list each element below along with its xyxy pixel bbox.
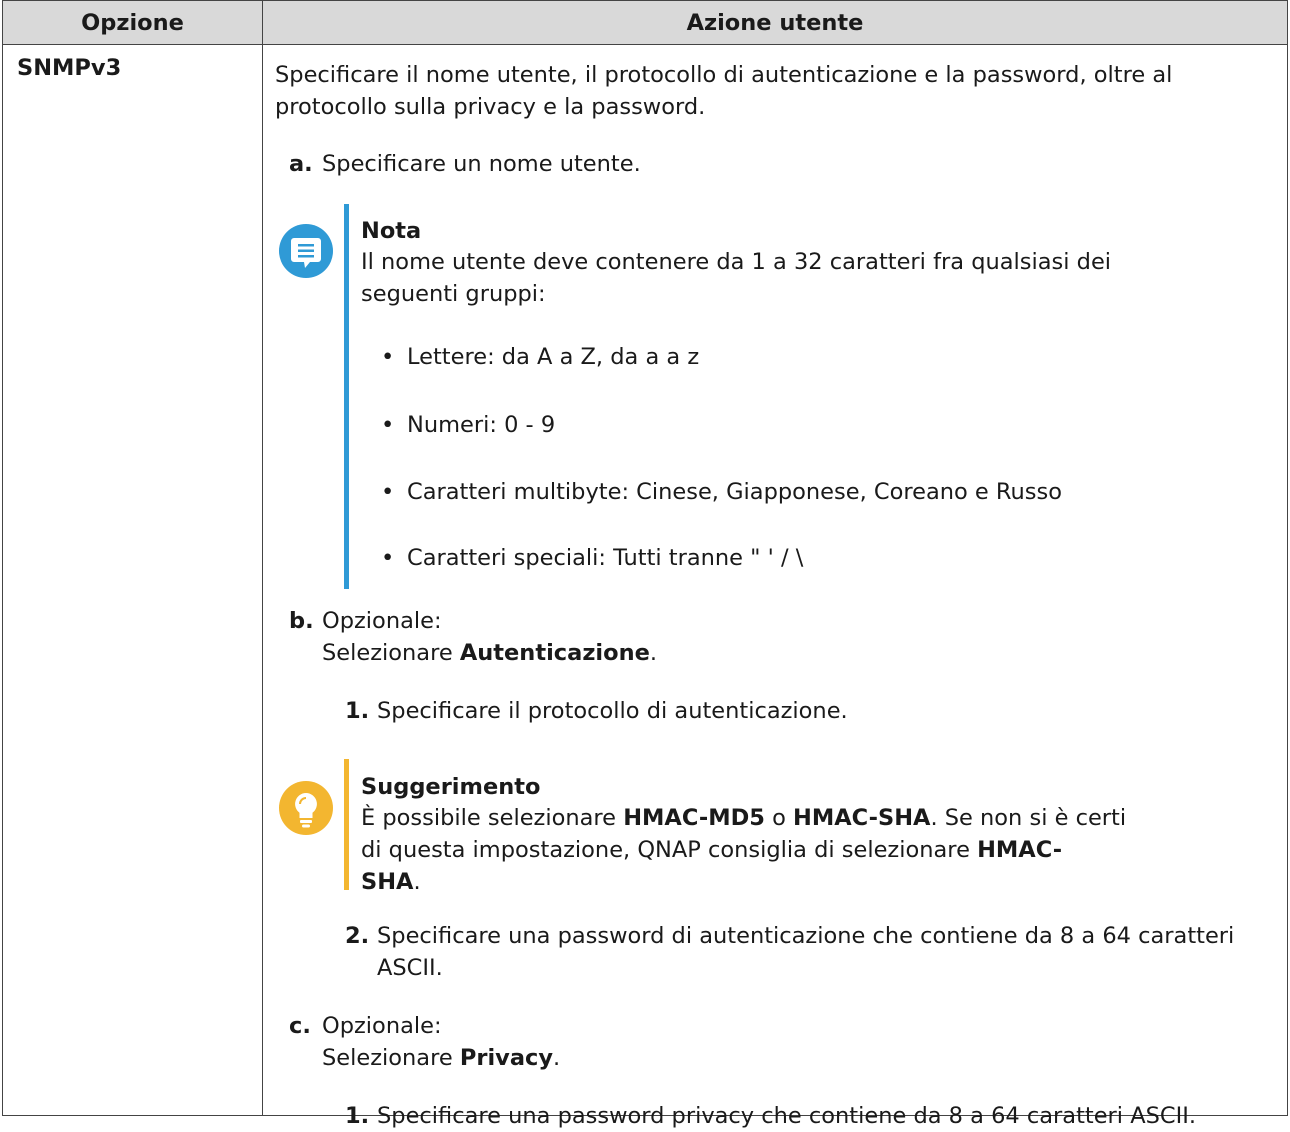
tip-hmac-sha-part1: HMAC- [977, 837, 1063, 863]
step-b-label: b. [289, 608, 314, 634]
note-title: Nota [361, 218, 422, 244]
bullet-dot: • [381, 545, 395, 571]
intro-line-2: protocollo sulla privacy e la password. [275, 94, 706, 120]
tip-text: di questa impostazione, QNAP consiglia d… [361, 837, 978, 863]
step-b-select: Selezionare Autenticazione. [322, 637, 657, 669]
step-c-select: Selezionare Privacy. [322, 1042, 560, 1074]
step-a-text: Specificare un nome utente. [322, 151, 641, 177]
bullet-dot: • [381, 412, 395, 438]
bullet-dot: • [381, 344, 395, 370]
step-c-select-prefix: Selezionare [322, 1045, 460, 1071]
step-b-select-bold: Autenticazione [459, 640, 650, 666]
tip-line-3: SHA. [361, 866, 421, 898]
lightbulb-icon [279, 781, 333, 835]
tip-text: o [764, 805, 793, 831]
step-b-line-1: Opzionale: [322, 608, 442, 634]
tip-line-1: È possibile selezionare HMAC-MD5 o HMAC-… [361, 802, 1126, 834]
action-cell: Specificare il nome utente, il protocoll… [262, 44, 1288, 1129]
tip-title: Suggerimento [361, 774, 541, 800]
note-bullet-1: Lettere: da A a Z, da a a z [407, 344, 700, 370]
note-line-1: Il nome utente deve contenere da 1 a 32 … [361, 249, 1112, 275]
step-a-label: a. [289, 151, 313, 177]
note-bullet-2: Numeri: 0 - 9 [407, 412, 556, 438]
tip-accent-bar [344, 759, 349, 890]
step-b1-label: 1. [345, 698, 370, 724]
note-bullet-4: Caratteri speciali: Tutti tranne " ' / \ [407, 545, 804, 571]
table-row: SNMPv3 Specificare il nome utente, il pr… [2, 44, 1288, 1129]
step-b2-line-1: Specificare una password di autenticazio… [377, 923, 1235, 949]
note-accent-bar [344, 204, 349, 589]
header-option: Opzione [2, 0, 263, 45]
bullet-dot: • [381, 479, 395, 505]
tip-hmac-sha-part2: SHA [361, 869, 414, 895]
step-b2-line-2: ASCII. [377, 955, 443, 981]
step-c1-text: Specificare una password privacy che con… [377, 1103, 1197, 1129]
option-cell: SNMPv3 [2, 44, 263, 1116]
step-b1-text: Specificare il protocollo di autenticazi… [377, 698, 848, 724]
note-line-2: seguenti gruppi: [361, 281, 546, 307]
step-c-select-bold: Privacy [459, 1045, 554, 1071]
tip-text: . [413, 869, 421, 895]
tip-line-2: di questa impostazione, QNAP consiglia d… [361, 834, 1062, 866]
step-b-select-prefix: Selezionare [322, 640, 460, 666]
options-table: Opzione Azione utente SNMPv3 Specificare… [2, 0, 1288, 1129]
step-b-select-suffix: . [649, 640, 658, 666]
step-c1-label: 1. [345, 1103, 370, 1129]
tip-hmac-sha: HMAC-SHA [793, 805, 931, 831]
step-c-label: c. [289, 1013, 311, 1039]
header-action: Azione utente [262, 0, 1288, 45]
note-bullet-3: Caratteri multibyte: Cinese, Giapponese,… [407, 479, 1063, 505]
step-b2-label: 2. [345, 923, 370, 949]
tip-text: È possibile selezionare [361, 805, 624, 831]
step-c-line-1: Opzionale: [322, 1013, 442, 1039]
tip-hmac-md5: HMAC-MD5 [623, 805, 765, 831]
table-header-row: Opzione Azione utente [2, 0, 1288, 45]
step-c-select-suffix: . [553, 1045, 561, 1071]
intro-line-1: Specificare il nome utente, il protocoll… [275, 62, 1173, 88]
note-icon [279, 224, 333, 278]
tip-text: . Se non si è certi [930, 805, 1127, 831]
